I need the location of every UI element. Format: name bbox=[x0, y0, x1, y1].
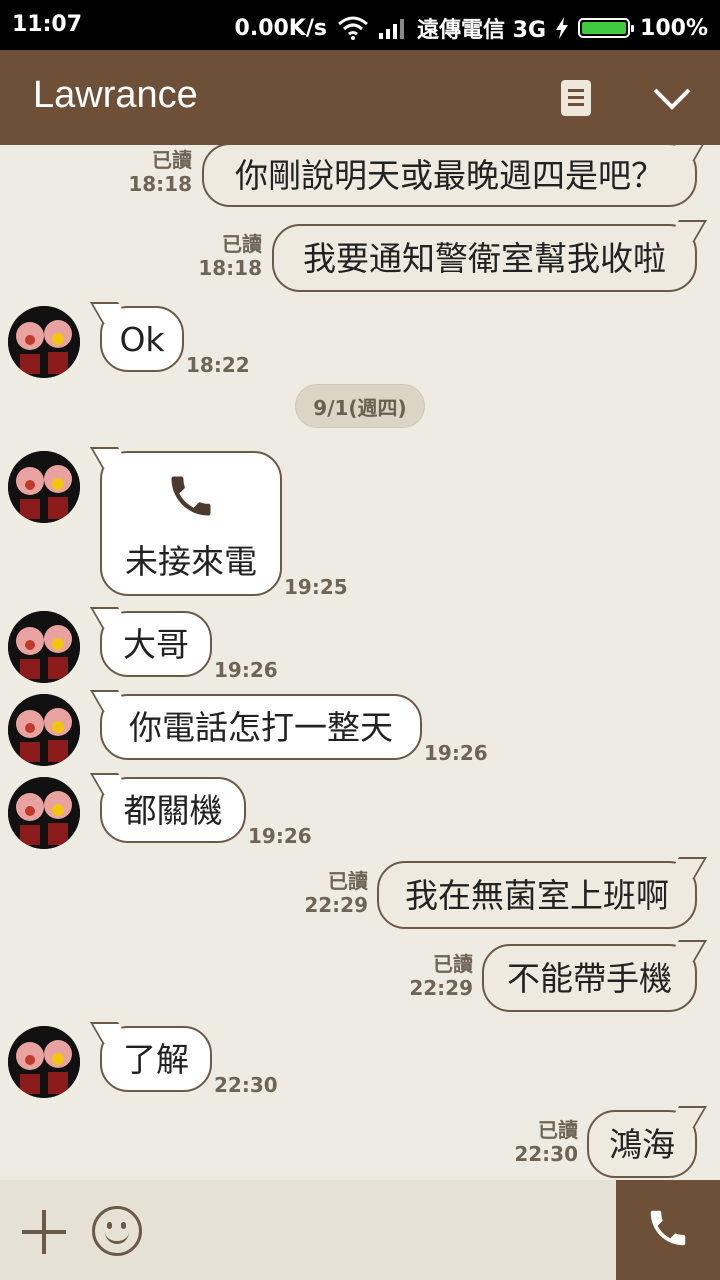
message-time: 19:25 bbox=[284, 575, 348, 599]
status-bar: 11:07 0.00K/s 遠傳電信 3G 100% bbox=[0, 0, 720, 50]
missed-call-bubble[interactable]: 未接來電 bbox=[100, 451, 282, 596]
avatar[interactable] bbox=[8, 1026, 80, 1098]
avatar[interactable] bbox=[8, 451, 80, 523]
contact-name: Lawrance bbox=[33, 74, 198, 116]
chat-messages[interactable]: 已讀 18:18 你剛說明天或最晚週四是吧？ 已讀 18:18 我要通知警衛室幫… bbox=[0, 145, 720, 1180]
phone-icon bbox=[165, 470, 217, 527]
message-meta: 已讀 22:30 bbox=[508, 1118, 578, 1166]
battery-percent: 100% bbox=[640, 15, 708, 41]
message-text: 不能帶手機 bbox=[507, 958, 672, 998]
message-meta: 已讀 18:18 bbox=[192, 232, 262, 280]
message-time: 22:30 bbox=[514, 1142, 578, 1166]
plus-icon[interactable] bbox=[22, 1210, 66, 1254]
message-text: 你電話怎打一整天 bbox=[129, 707, 393, 747]
message-bubble-incoming[interactable]: 大哥 bbox=[100, 611, 212, 677]
note-icon[interactable] bbox=[561, 80, 591, 116]
chevron-down-icon[interactable] bbox=[652, 80, 692, 120]
emoji-icon[interactable] bbox=[92, 1206, 142, 1256]
message-text: 了解 bbox=[123, 1039, 189, 1079]
avatar[interactable] bbox=[8, 611, 80, 683]
message-time: 18:18 bbox=[198, 256, 262, 280]
message-time: 18:18 bbox=[128, 172, 192, 196]
date-divider: 9/1(週四) bbox=[295, 384, 425, 428]
message-text: 未接來電 bbox=[125, 541, 257, 581]
message-meta: 已讀 18:18 bbox=[122, 148, 192, 196]
message-bubble-outgoing[interactable]: 不能帶手機 bbox=[482, 944, 697, 1012]
message-text: 你剛說明天或最晚週四是吧？ bbox=[235, 155, 664, 195]
message-meta: 已讀 22:29 bbox=[298, 869, 368, 917]
message-text: 大哥 bbox=[123, 624, 189, 664]
message-time: 22:30 bbox=[214, 1073, 278, 1097]
read-receipt: 已讀 bbox=[152, 148, 192, 172]
message-text: Ok bbox=[119, 319, 165, 359]
status-right: 0.00K/s 遠傳電信 3G 100% bbox=[235, 12, 708, 44]
call-button[interactable] bbox=[616, 1180, 720, 1280]
message-text: 我要通知警衛室幫我收啦 bbox=[303, 238, 666, 278]
message-time: 22:29 bbox=[304, 893, 368, 917]
message-time: 18:22 bbox=[186, 353, 250, 377]
avatar[interactable] bbox=[8, 306, 80, 378]
chat-header: Lawrance bbox=[0, 50, 720, 145]
message-bubble-outgoing[interactable]: 我要通知警衛室幫我收啦 bbox=[272, 224, 697, 292]
battery-icon bbox=[578, 18, 635, 38]
avatar[interactable] bbox=[8, 777, 80, 849]
carrier-label: 遠傳電信 3G bbox=[417, 18, 547, 43]
message-text: 都關機 bbox=[123, 790, 223, 830]
read-receipt: 已讀 bbox=[328, 869, 368, 893]
message-bubble-incoming[interactable]: 都關機 bbox=[100, 777, 246, 843]
wifi-icon bbox=[337, 16, 369, 40]
charging-bolt-icon bbox=[556, 17, 569, 39]
phone-icon bbox=[645, 1205, 691, 1255]
message-bubble-incoming[interactable]: 了解 bbox=[100, 1026, 212, 1092]
signal-icon bbox=[379, 17, 407, 39]
status-time: 11:07 bbox=[12, 12, 83, 37]
avatar[interactable] bbox=[8, 694, 80, 766]
message-time: 19:26 bbox=[424, 741, 488, 765]
message-text: 鴻海 bbox=[609, 1124, 675, 1164]
message-meta: 已讀 22:29 bbox=[403, 952, 473, 1000]
read-receipt: 已讀 bbox=[538, 1118, 578, 1142]
message-bubble-outgoing[interactable]: 我在無菌室上班啊 bbox=[377, 861, 697, 929]
message-bubble-outgoing[interactable]: 你剛說明天或最晚週四是吧？ bbox=[202, 145, 697, 207]
message-bubble-incoming[interactable]: Ok bbox=[100, 306, 184, 372]
message-time: 19:26 bbox=[248, 824, 312, 848]
network-speed: 0.00K/s bbox=[234, 15, 327, 41]
message-time: 19:26 bbox=[214, 658, 278, 682]
message-text: 我在無菌室上班啊 bbox=[405, 875, 669, 915]
input-bar bbox=[0, 1180, 720, 1280]
message-bubble-outgoing[interactable]: 鴻海 bbox=[587, 1110, 697, 1178]
read-receipt: 已讀 bbox=[433, 952, 473, 976]
read-receipt: 已讀 bbox=[222, 232, 262, 256]
message-time: 22:29 bbox=[409, 976, 473, 1000]
message-bubble-incoming[interactable]: 你電話怎打一整天 bbox=[100, 694, 422, 760]
